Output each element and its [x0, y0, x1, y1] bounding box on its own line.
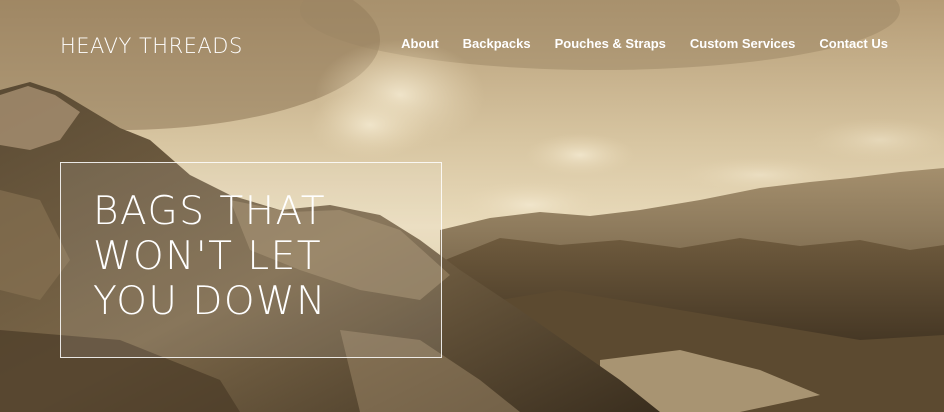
nav-link-pouches-straps[interactable]: Pouches & Straps — [555, 36, 666, 51]
hero-headline-line-3: YOU DOWN — [93, 279, 327, 324]
nav-link-contact-us[interactable]: Contact Us — [819, 36, 888, 51]
hero-section: HEAVY THREADS About Backpacks Pouches & … — [0, 0, 944, 412]
nav-link-custom-services[interactable]: Custom Services — [690, 36, 796, 51]
nav-link-about[interactable]: About — [401, 36, 439, 51]
hero-headline-line-1: BAGS THAT — [93, 189, 327, 234]
hero-headline-box: BAGS THAT WON'T LET YOU DOWN — [60, 162, 442, 358]
nav-link-backpacks[interactable]: Backpacks — [463, 36, 531, 51]
hero-headline: BAGS THAT WON'T LET YOU DOWN — [93, 189, 327, 324]
site-logo[interactable]: HEAVY THREADS — [60, 34, 243, 58]
main-nav: About Backpacks Pouches & Straps Custom … — [377, 36, 888, 51]
hero-headline-line-2: WON'T LET — [93, 234, 323, 279]
